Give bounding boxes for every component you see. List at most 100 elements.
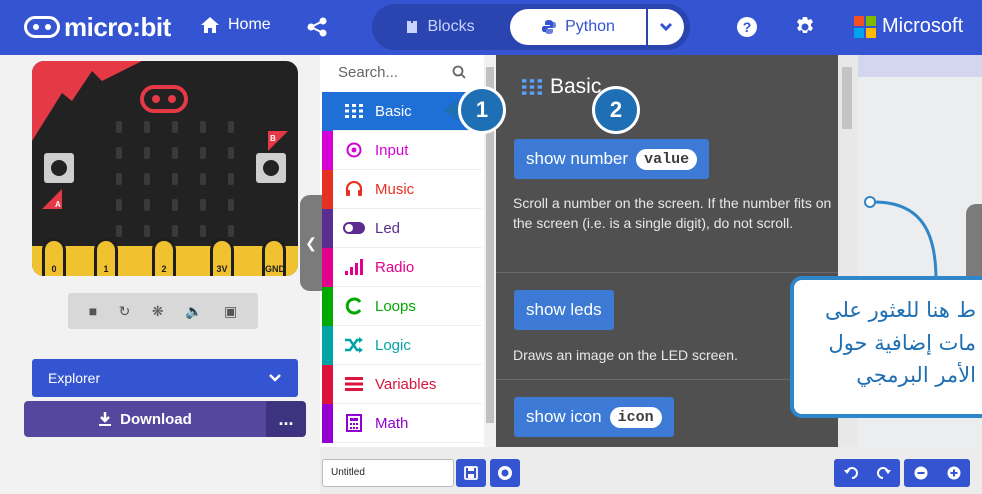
pin-gnd[interactable]: GND: [262, 238, 286, 276]
corner-decoration: [32, 61, 142, 141]
category-label: Music: [375, 180, 415, 198]
category-math[interactable]: Math: [322, 403, 482, 443]
microbit-logo-icon: [24, 16, 60, 38]
restart-icon[interactable]: ↻: [119, 303, 131, 320]
save-button[interactable]: [456, 459, 486, 487]
explorer-panel[interactable]: Explorer: [32, 359, 298, 397]
category-label: Input: [375, 141, 409, 159]
category-label: Math: [375, 414, 409, 432]
category-led[interactable]: Led: [322, 208, 482, 248]
collapse-simulator-button[interactable]: ❮: [300, 195, 322, 291]
top-bar: micro:bit Home Blocks Python ? Microsoft: [0, 0, 982, 55]
category-music[interactable]: Music: [322, 169, 482, 209]
python-icon: [542, 20, 557, 34]
debug-icon[interactable]: ❋: [152, 303, 164, 320]
microbit-simulator[interactable]: A B 0 1 2 3V GND: [32, 61, 298, 276]
puzzle-icon: [407, 21, 418, 33]
explorer-label: Explorer: [48, 370, 101, 386]
help-icon[interactable]: ?: [736, 16, 758, 38]
brand-label: Microsoft: [882, 15, 964, 37]
category-label: Radio: [375, 258, 415, 276]
redo-button[interactable]: [867, 459, 900, 487]
microbit-face: [140, 85, 188, 113]
pin-0[interactable]: 0: [42, 238, 66, 276]
target-icon: [346, 142, 362, 158]
sound-icon[interactable]: 🔈: [185, 303, 202, 320]
block-label: show number: [526, 149, 629, 168]
undo-redo-group: [834, 459, 900, 487]
zoom-group: [904, 459, 970, 487]
block-param[interactable]: icon: [609, 406, 662, 428]
block-show-number[interactable]: show number value: [514, 139, 710, 179]
microsoft-logo-icon: [854, 15, 876, 38]
home-icon: [201, 17, 219, 33]
toolbox-search[interactable]: Search...: [322, 55, 482, 89]
microsoft-logo[interactable]: Microsoft: [854, 15, 963, 38]
github-button[interactable]: [490, 459, 520, 487]
download-more-button[interactable]: ...: [266, 401, 306, 437]
scrollbar-thumb[interactable]: [842, 67, 852, 129]
block-show-icon[interactable]: show icon icon: [514, 397, 674, 437]
download-button[interactable]: Download: [24, 401, 266, 437]
category-input[interactable]: Input: [322, 130, 482, 170]
download-icon: [99, 412, 112, 426]
callout-text: ط هنا للعثور على مات إضافية حول الأمر ال…: [824, 298, 976, 388]
python-mode-button[interactable]: Python: [510, 9, 646, 45]
flyout-title-label: Basic: [550, 75, 602, 98]
zoom-out-button[interactable]: [904, 459, 937, 487]
zoom-in-icon: [947, 466, 960, 480]
undo-icon: [843, 467, 858, 479]
toggle-icon: [343, 222, 365, 234]
svg-text:?: ?: [743, 19, 752, 35]
shuffle-icon: [345, 337, 363, 353]
home-label: Home: [228, 16, 271, 33]
category-label: Basic: [375, 102, 412, 120]
pin-3v[interactable]: 3V: [210, 238, 234, 276]
stop-icon[interactable]: ■: [89, 303, 97, 319]
block-param[interactable]: value: [636, 148, 698, 170]
flyout-title: Basic: [522, 75, 601, 99]
button-a[interactable]: [44, 153, 74, 183]
badge-pointer: [444, 99, 458, 121]
callout-connector: [864, 196, 938, 281]
category-logic[interactable]: Logic: [322, 325, 482, 365]
github-icon: [498, 466, 512, 480]
button-b-label: B: [270, 134, 276, 143]
fullscreen-icon[interactable]: ▣: [224, 303, 237, 320]
calculator-icon: [346, 414, 362, 432]
microbit-logo[interactable]: micro:bit: [24, 12, 171, 42]
button-a-marker: A: [42, 189, 62, 209]
more-icon: ...: [278, 408, 294, 429]
category-label: Loops: [375, 297, 416, 315]
home-button[interactable]: Home: [200, 16, 271, 34]
blocks-mode-button[interactable]: Blocks: [372, 4, 508, 50]
step-badge-1: 1: [458, 86, 506, 134]
gear-icon[interactable]: [794, 16, 816, 38]
chevron-down-icon: [659, 22, 673, 32]
flyout-divider: [496, 272, 838, 273]
category-radio[interactable]: Radio: [322, 247, 482, 287]
share-icon[interactable]: [306, 16, 328, 38]
search-input[interactable]: Search...: [338, 64, 398, 81]
undo-button[interactable]: [834, 459, 867, 487]
block-show-leds[interactable]: show leds: [514, 290, 614, 330]
download-label: Download: [120, 410, 192, 428]
save-icon: [464, 466, 478, 480]
zoom-out-icon: [914, 466, 927, 480]
search-icon: [452, 65, 466, 79]
category-variables[interactable]: Variables: [322, 364, 482, 404]
pin-1[interactable]: 1: [94, 238, 118, 276]
language-dropdown[interactable]: [648, 9, 684, 45]
headphones-icon: [345, 181, 363, 196]
category-loops[interactable]: Loops: [322, 286, 482, 326]
pin-2[interactable]: 2: [152, 238, 176, 276]
zoom-in-button[interactable]: [937, 459, 970, 487]
grid-icon: [522, 79, 542, 95]
signal-icon: [345, 259, 363, 275]
button-b[interactable]: [256, 153, 286, 183]
button-a-label: A: [55, 200, 61, 209]
redo-icon: [876, 467, 891, 479]
button-b-marker: B: [268, 131, 288, 151]
project-name-input[interactable]: Untitled: [322, 459, 454, 487]
blocks-mode-label: Blocks: [427, 18, 475, 35]
